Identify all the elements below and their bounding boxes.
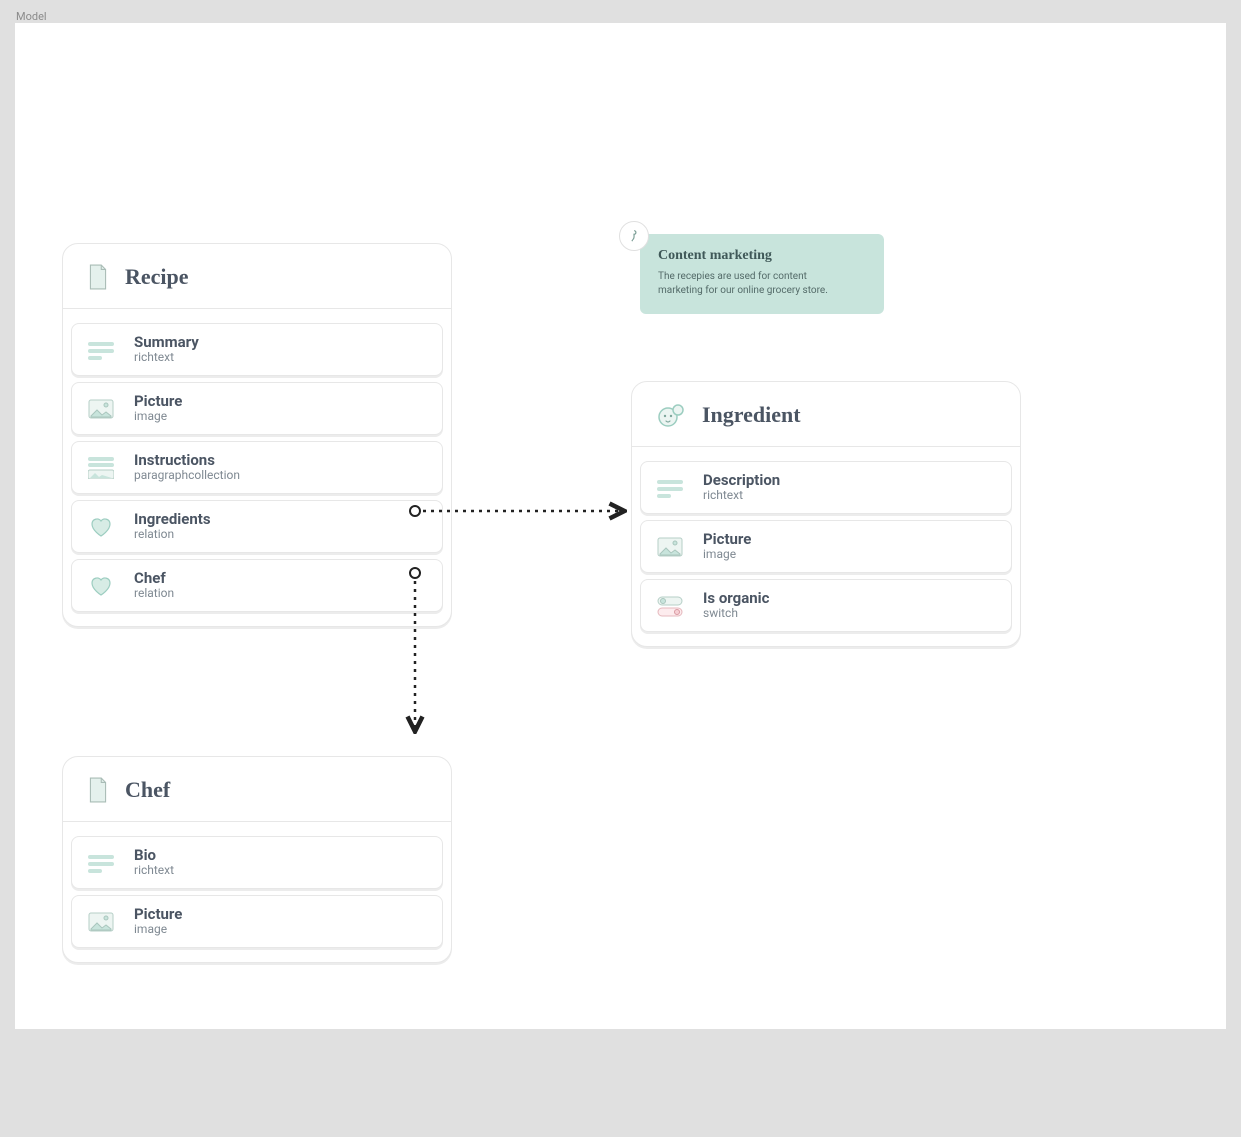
info-callout: Content marketing The recepies are used … <box>640 234 884 314</box>
richtext-icon <box>86 851 116 875</box>
field-type: relation <box>134 587 174 601</box>
image-icon <box>86 397 116 421</box>
field-type: richtext <box>134 351 199 365</box>
field-row[interactable]: Bio richtext <box>71 836 443 889</box>
switch-icon <box>655 594 685 618</box>
field-row[interactable]: Picture image <box>71 382 443 435</box>
info-text: The recepies are used for content market… <box>658 270 828 298</box>
field-name: Summary <box>134 334 199 351</box>
field-row[interactable]: Summary richtext <box>71 323 443 376</box>
field-name: Picture <box>134 393 182 410</box>
image-icon <box>655 535 685 559</box>
field-row[interactable]: Description richtext <box>640 461 1012 514</box>
richtext-icon <box>86 338 116 362</box>
model-title: Ingredient <box>702 402 801 428</box>
paragraph-icon <box>86 456 116 480</box>
field-row[interactable]: Picture image <box>640 520 1012 573</box>
field-row[interactable]: Is organic switch <box>640 579 1012 632</box>
field-name: Instructions <box>134 452 240 469</box>
canvas: Content marketing The recepies are used … <box>15 23 1226 1029</box>
document-icon <box>87 777 109 803</box>
field-name: Chef <box>134 570 174 587</box>
model-recipe[interactable]: Recipe Summary richtext <box>62 243 452 627</box>
field-row[interactable]: Instructions paragraphcollection <box>71 441 443 494</box>
field-type: image <box>134 410 182 424</box>
model-title: Recipe <box>125 264 189 290</box>
info-title: Content marketing <box>658 248 866 264</box>
field-name: Description <box>703 472 780 489</box>
field-type: paragraphcollection <box>134 469 240 483</box>
field-name: Bio <box>134 847 174 864</box>
field-name: Picture <box>703 531 751 548</box>
field-name: Ingredients <box>134 511 211 528</box>
product-icon <box>656 402 686 428</box>
field-list: Summary richtext Picture image <box>63 309 451 626</box>
field-row[interactable]: Chef relation <box>71 559 443 612</box>
model-ingredient[interactable]: Ingredient Description richtext <box>631 381 1021 647</box>
field-list: Bio richtext Picture image <box>63 822 451 962</box>
field-type: relation <box>134 528 211 542</box>
field-type: switch <box>703 607 769 621</box>
field-row[interactable]: Ingredients relation <box>71 500 443 553</box>
model-title: Chef <box>125 777 170 803</box>
field-type: richtext <box>134 864 174 878</box>
info-icon <box>619 221 649 251</box>
field-type: image <box>134 923 182 937</box>
richtext-icon <box>655 476 685 500</box>
model-chef[interactable]: Chef Bio richtext Pi <box>62 756 452 963</box>
field-name: Is organic <box>703 590 769 607</box>
field-type: image <box>703 548 751 562</box>
field-list: Description richtext Picture image <box>632 447 1020 646</box>
field-type: richtext <box>703 489 780 503</box>
image-icon <box>86 910 116 934</box>
field-row[interactable]: Picture image <box>71 895 443 948</box>
relation-icon <box>86 574 116 598</box>
document-icon <box>87 264 109 290</box>
frame-label: Model <box>16 10 47 23</box>
field-name: Picture <box>134 906 182 923</box>
relation-icon <box>86 515 116 539</box>
